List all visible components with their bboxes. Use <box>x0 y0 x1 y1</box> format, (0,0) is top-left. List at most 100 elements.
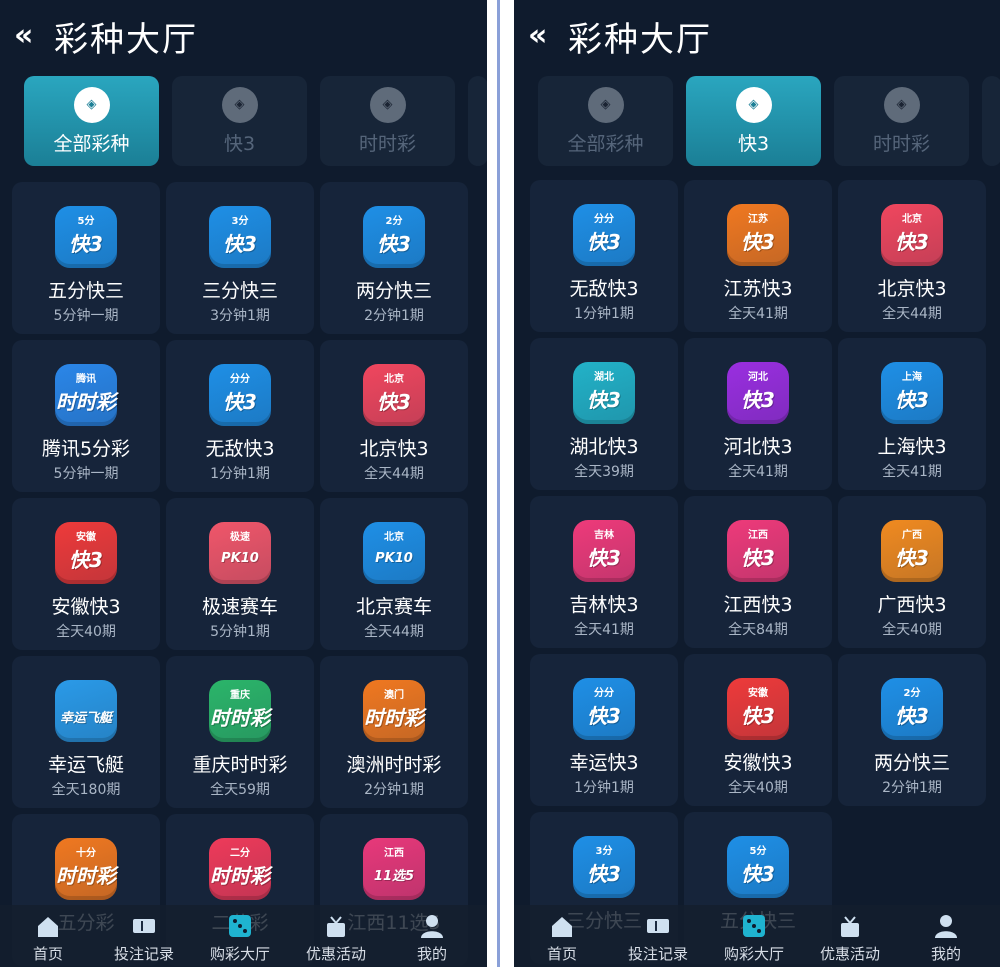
game-period: 全天41期 <box>574 622 634 638</box>
game-period: 1分钟1期 <box>574 306 634 322</box>
game-card[interactable]: 分分 快3 无敌快3 1分钟1期 <box>530 180 678 332</box>
game-logo-icon: 重庆 时时彩 <box>209 680 271 742</box>
nav-user[interactable]: 我的 <box>384 913 480 964</box>
game-period: 全天40期 <box>728 780 788 796</box>
game-card[interactable]: 湖北 快3 湖北快3 全天39期 <box>530 338 678 490</box>
game-card[interactable]: 上海 快3 上海快3 全天41期 <box>838 338 986 490</box>
game-logo-icon: 江苏 快3 <box>727 204 789 266</box>
game-card[interactable]: 江苏 快3 江苏快3 全天41期 <box>684 180 832 332</box>
game-name: 吉林快3 <box>569 594 639 616</box>
game-logo-sub: 分分 <box>594 214 614 225</box>
game-logo-main: 快3 <box>587 229 621 254</box>
back-chevron-icon[interactable]: « <box>14 18 40 54</box>
game-period: 全天41期 <box>728 306 788 322</box>
nav-home[interactable]: 首页 <box>514 913 610 964</box>
game-card[interactable]: 2分 快3 两分快三 2分钟1期 <box>320 182 468 334</box>
game-logo-sub: 北京 <box>902 214 922 225</box>
k3-logo-icon: ◈ <box>221 86 258 123</box>
game-logo-icon: 3分 快3 <box>573 836 635 898</box>
game-logo-sub: 5分 <box>749 846 767 857</box>
game-card[interactable]: 重庆 时时彩 重庆时时彩 全天59期 <box>166 656 314 808</box>
game-logo-sub: 2分 <box>903 688 921 699</box>
tab-layers[interactable]: ◈ 全部彩种 <box>538 76 673 166</box>
game-period: 2分钟1期 <box>364 308 424 324</box>
tab-k3-logo[interactable]: ◈ 快3 <box>686 76 821 166</box>
game-logo-icon: 二分 时时彩 <box>209 838 271 900</box>
nav-dice[interactable]: 购彩大厅 <box>706 913 802 964</box>
game-logo-main: 快3 <box>69 547 103 572</box>
game-card[interactable]: 幸运飞艇 幸运飞艇 全天180期 <box>12 656 160 808</box>
game-name: 安徽快3 <box>723 752 793 774</box>
category-tabs: ◈ 全部彩种 ◈ 快3 ◈ 时时彩 <box>0 76 487 168</box>
nav-label: 我的 <box>416 945 447 963</box>
game-card[interactable]: 分分 快3 幸运快3 1分钟1期 <box>530 654 678 806</box>
game-logo-icon: 腾讯 时时彩 <box>55 364 117 426</box>
game-name: 澳洲时时彩 <box>346 754 442 776</box>
gift-icon <box>841 916 859 937</box>
game-logo-sub: 北京 <box>384 374 404 385</box>
bottom-nav: 首页 投注记录 购彩大厅 优惠活动 我的 <box>514 905 1000 967</box>
nav-ticket[interactable]: 投注记录 <box>610 913 706 964</box>
game-period: 5分钟一期 <box>53 308 119 324</box>
game-card[interactable]: 安徽 快3 安徽快3 全天40期 <box>684 654 832 806</box>
game-logo-sub: 分分 <box>230 374 250 385</box>
game-logo-sub: 吉林 <box>594 530 614 541</box>
dice-icon <box>229 915 251 937</box>
tab-layers[interactable]: ◈ 全部彩种 <box>24 76 159 166</box>
game-name: 江西快3 <box>723 594 793 616</box>
tab-k3-logo[interactable]: ◈ 快3 <box>172 76 307 166</box>
game-card[interactable]: 江西 快3 江西快3 全天84期 <box>684 496 832 648</box>
game-period: 1分钟1期 <box>574 780 634 796</box>
game-card[interactable]: 2分 快3 两分快三 2分钟1期 <box>838 654 986 806</box>
game-logo-icon: 安徽 快3 <box>727 678 789 740</box>
game-card[interactable]: 腾讯 时时彩 腾讯5分彩 5分钟一期 <box>12 340 160 492</box>
tab-label: 快3 <box>737 132 770 155</box>
nav-dice[interactable]: 购彩大厅 <box>192 913 288 964</box>
game-card[interactable]: 北京 快3 北京快3 全天44期 <box>838 180 986 332</box>
game-period: 全天41期 <box>882 464 942 480</box>
game-logo-main: 快3 <box>895 545 929 570</box>
nav-user[interactable]: 我的 <box>898 913 994 964</box>
game-logo-sub: 二分 <box>230 848 250 859</box>
game-card[interactable]: 北京 PK10 北京赛车 全天44期 <box>320 498 468 650</box>
nav-label: 优惠活动 <box>305 945 366 963</box>
game-card[interactable]: 北京 快3 北京快3 全天44期 <box>320 340 468 492</box>
game-card[interactable]: 分分 快3 无敌快3 1分钟1期 <box>166 340 314 492</box>
game-logo-icon: 2分 快3 <box>363 206 425 268</box>
game-card[interactable]: 河北 快3 河北快3 全天41期 <box>684 338 832 490</box>
game-period: 全天59期 <box>210 782 270 798</box>
nav-home[interactable]: 首页 <box>0 913 96 964</box>
game-logo-main: 快3 <box>741 703 775 728</box>
game-logo-icon: 分分 快3 <box>209 364 271 426</box>
back-chevron-icon[interactable]: « <box>528 18 554 54</box>
game-name: 河北快3 <box>723 436 793 458</box>
game-logo-main: 时时彩 <box>210 705 270 730</box>
game-card[interactable]: 吉林 快3 吉林快3 全天41期 <box>530 496 678 648</box>
game-card[interactable]: 安徽 快3 安徽快3 全天40期 <box>12 498 160 650</box>
game-card[interactable]: 广西 快3 广西快3 全天40期 <box>838 496 986 648</box>
game-logo-main: 快3 <box>741 387 775 412</box>
game-name: 两分快三 <box>355 280 432 302</box>
game-card[interactable]: 3分 快3 三分快三 3分钟1期 <box>166 182 314 334</box>
game-card[interactable]: 极速 PK10 极速赛车 5分钟1期 <box>166 498 314 650</box>
tab-more[interactable] <box>982 76 1000 166</box>
header: « 彩种大厅 <box>0 0 487 74</box>
game-card[interactable]: 5分 快3 五分快三 5分钟一期 <box>12 182 160 334</box>
game-logo-sub: 澳门 <box>384 690 404 701</box>
nav-gift[interactable]: 优惠活动 <box>802 913 898 964</box>
tab-ssc-logo[interactable]: ◈ 时时彩 <box>834 76 969 166</box>
game-logo-sub: 安徽 <box>76 532 96 543</box>
tab-ssc-logo[interactable]: ◈ 时时彩 <box>320 76 455 166</box>
nav-ticket[interactable]: 投注记录 <box>96 913 192 964</box>
nav-label: 优惠活动 <box>819 945 880 963</box>
game-logo-icon: 分分快3 <box>573 204 635 266</box>
game-logo-sub: 湖北 <box>594 372 614 383</box>
right-screen: « 彩种大厅 ◈ 全部彩种 ◈ 快3 ◈ 时时彩 分分 快3 无敌快3 1分钟1期 江苏 快3 江苏快… <box>514 0 1000 967</box>
home-icon <box>552 917 572 937</box>
game-logo-icon: 安徽快3 <box>55 522 117 584</box>
game-name: 无敌快3 <box>205 438 275 460</box>
bottom-nav: 首页 投注记录 购彩大厅 优惠活动 我的 <box>0 905 487 967</box>
game-card[interactable]: 澳门 时时彩 澳洲时时彩 2分钟1期 <box>320 656 468 808</box>
tab-more[interactable] <box>468 76 487 166</box>
nav-gift[interactable]: 优惠活动 <box>288 913 384 964</box>
